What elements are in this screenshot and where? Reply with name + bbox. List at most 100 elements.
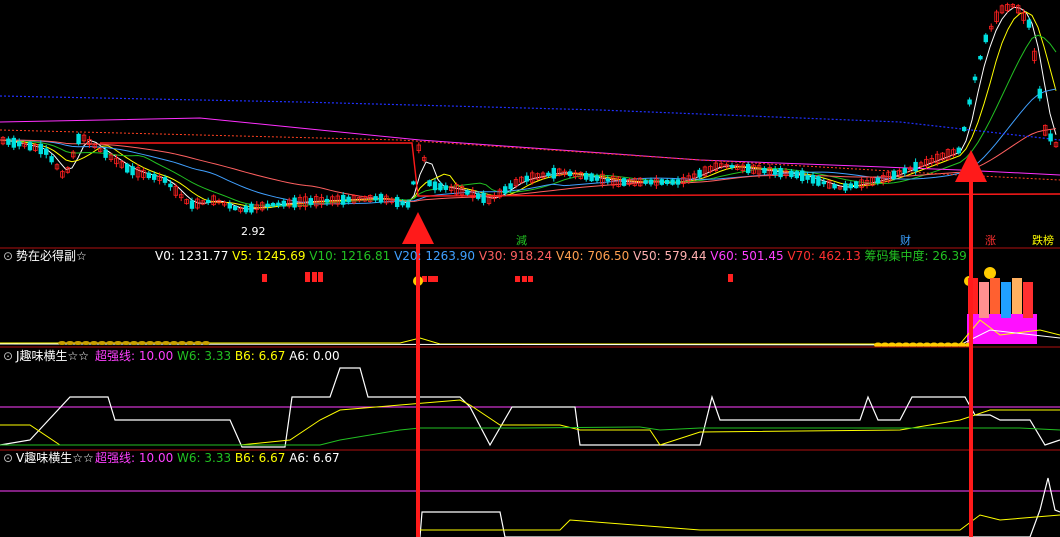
long-ma-dotted (0, 95, 1060, 141)
candle-body (670, 179, 675, 185)
v-indicator-panel (0, 477, 1060, 537)
signal-arrow-head (955, 150, 987, 182)
signal-arrow-shaft (969, 180, 973, 537)
readout-item: V10: 1216.81 (305, 249, 390, 263)
readout-item: 超强线: 10.00 (95, 450, 173, 465)
candle-body (324, 198, 330, 203)
candle-body (427, 180, 432, 187)
coin-strip (82, 341, 90, 345)
v-white-line (419, 477, 1060, 537)
volume-bar (262, 274, 267, 282)
event-tag-0: 減 (516, 233, 527, 247)
coin-strip (138, 341, 146, 345)
candle-body (972, 76, 978, 81)
candle-body (913, 161, 918, 172)
candle-body (1037, 88, 1042, 99)
candle-body (405, 201, 411, 208)
concentration-bar (990, 278, 1000, 314)
coin-strip (66, 341, 74, 345)
candle-body (816, 176, 821, 186)
coin-strip (186, 341, 194, 345)
candle-body (232, 206, 238, 211)
candle-body (438, 183, 443, 191)
readout-item: V70: 462.13 (784, 249, 861, 263)
candle-body (378, 193, 384, 203)
volume-indicator-panel (0, 267, 1060, 348)
concentration-bar (979, 282, 989, 318)
candle-body (189, 200, 195, 209)
candle-body (44, 148, 49, 155)
readout-item: W6: 3.33 (173, 451, 231, 465)
readout-item: V60: 501.45 (706, 249, 783, 263)
candle-body (281, 200, 286, 207)
candle-body (481, 192, 486, 203)
readout-item: B6: 6.67 (231, 349, 285, 363)
candle-body (16, 141, 22, 147)
candle-body (746, 163, 751, 174)
candle-body (1048, 133, 1053, 142)
readout-item: V40: 706.50 (552, 249, 629, 263)
coin-strip (202, 341, 210, 345)
candle-body (778, 167, 783, 178)
candle-body (432, 181, 438, 191)
candle-body (675, 179, 681, 185)
coin-strip (154, 341, 162, 345)
event-tag-1: 财 (900, 233, 911, 247)
panel-toggle-icon[interactable]: ⊙ (3, 349, 13, 363)
candle-body (508, 183, 513, 190)
candle-body (546, 172, 551, 176)
concentration-block (967, 314, 1037, 344)
candle-body (38, 143, 43, 155)
candle-body (346, 196, 351, 203)
candle-body (648, 179, 654, 185)
candle-body (584, 173, 589, 180)
volume-line (0, 319, 1060, 345)
panel-toggle-icon[interactable]: ⊙ (3, 451, 13, 465)
readout-item: B6: 6.67 (231, 451, 285, 465)
candle-body (594, 175, 600, 181)
readout-item: 筹码集中度: 26.39 (861, 248, 967, 263)
candle-body (962, 126, 967, 132)
candle-body (848, 183, 853, 189)
signal-coin (984, 267, 996, 279)
j-readouts: 超强线: 10.00 W6: 3.33 B6: 6.67 A6: 0.00 (95, 348, 340, 363)
candle-body (394, 197, 400, 207)
candle-body (643, 180, 648, 184)
main-price-panel (0, 2, 1060, 249)
signal-arrow-head (402, 212, 434, 244)
candle-body (810, 174, 816, 184)
volume-bar (312, 272, 317, 282)
volume-bar (305, 272, 310, 282)
candle-body (983, 34, 988, 43)
candle-body (125, 163, 130, 173)
candle-body (146, 172, 151, 179)
volume-bar (428, 276, 433, 282)
readout-item: V30: 918.24 (475, 249, 552, 263)
panel-toggle-icon[interactable]: ⊙ (3, 249, 13, 263)
readout-item: V0: 1231.77 (155, 249, 228, 263)
candle-body (621, 178, 627, 186)
candle-body (891, 170, 897, 179)
v-yellow-line (420, 514, 1060, 531)
event-tag-3: 跌榜 (1032, 233, 1054, 247)
readout-item: V50: 579.44 (629, 249, 706, 263)
readout-item: A6: 0.00 (285, 349, 339, 363)
candle-body (967, 99, 972, 105)
event-tag-2: 涨 (985, 234, 996, 247)
volume-readouts: V0: 1231.77 V5: 1245.69 V10: 1216.81 V20… (155, 248, 967, 263)
candle-body (773, 168, 778, 175)
coin-strip (90, 341, 98, 345)
candle-body (76, 133, 81, 145)
readout-item: V20: 1263.90 (390, 249, 475, 263)
signal-arrow-shaft (416, 242, 420, 537)
candle-body (6, 138, 11, 145)
volume-bar (433, 276, 438, 282)
coin-strip (122, 341, 130, 345)
candle-body (205, 199, 211, 203)
candle-body (11, 137, 16, 148)
concentration-bar (1012, 278, 1022, 314)
candle-body (373, 196, 378, 201)
candle-body (270, 203, 276, 207)
candle-body (805, 175, 810, 180)
candle-body (103, 149, 108, 158)
